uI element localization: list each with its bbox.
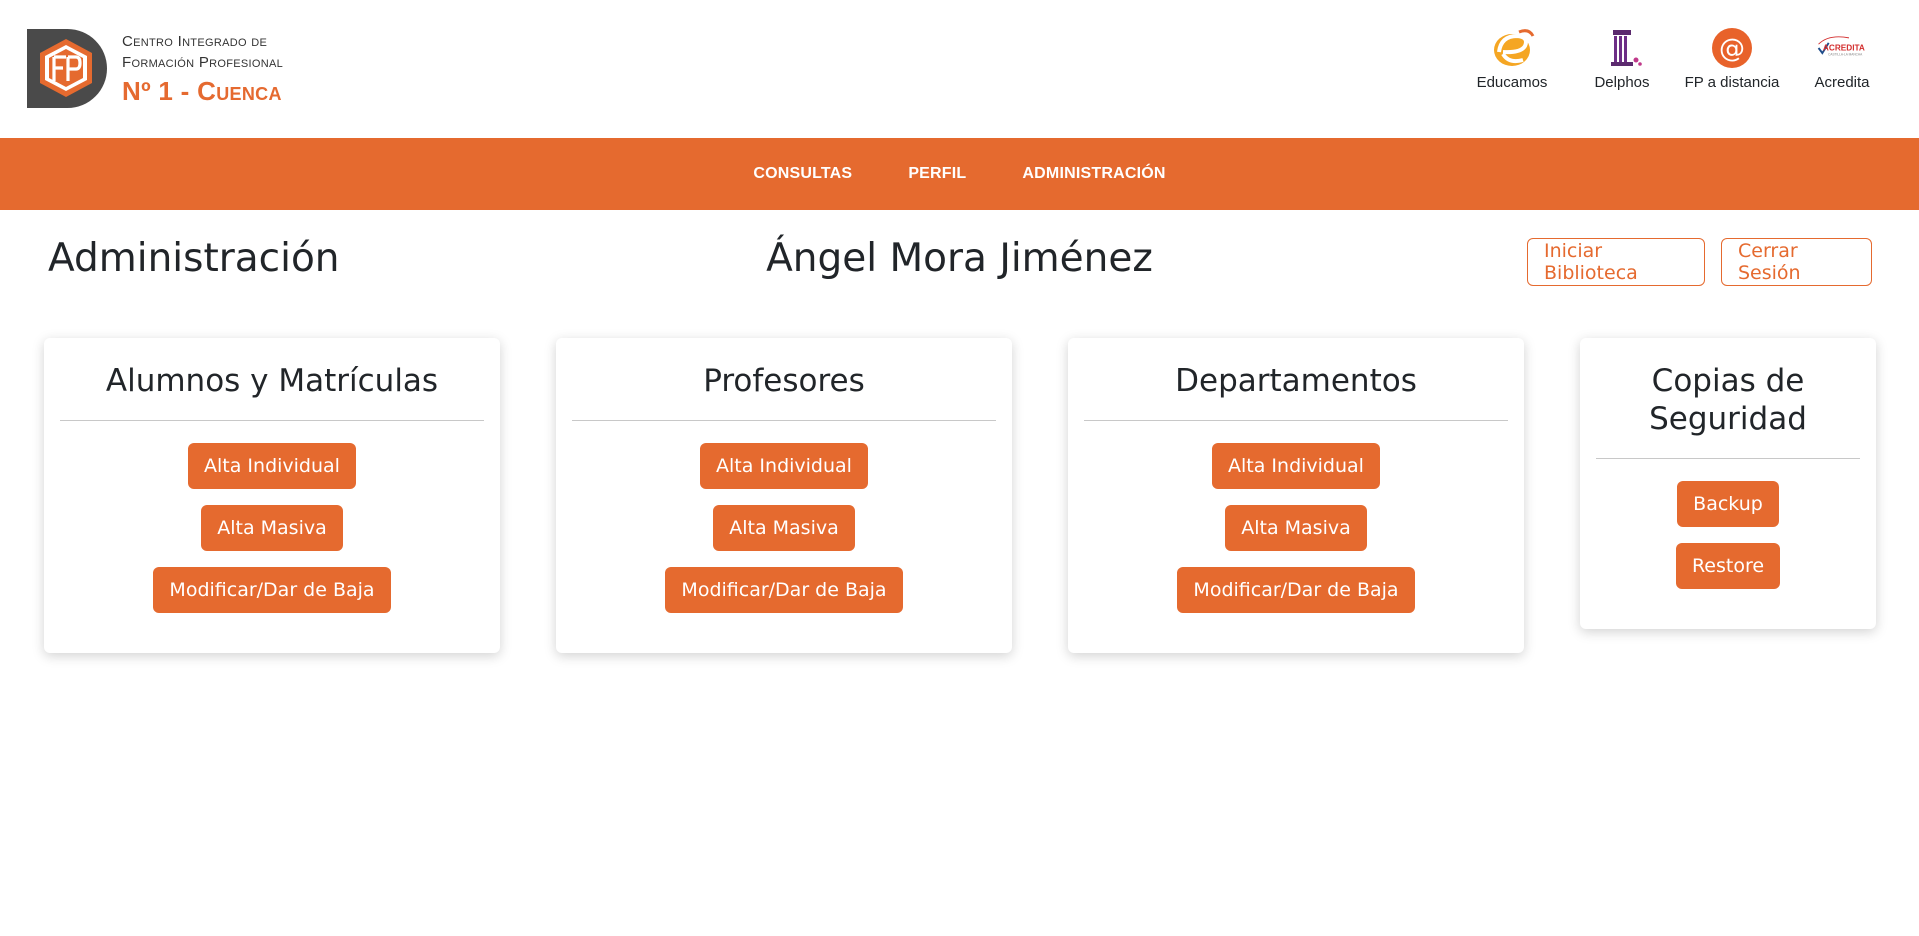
profesores-modificar-baja-button[interactable]: Modificar/Dar de Baja: [665, 567, 903, 613]
card-actions: Backup Restore: [1596, 481, 1860, 629]
site-header: Centro Integrado de Formación Profesiona…: [0, 0, 1919, 138]
educamos-logo-icon: [1486, 26, 1538, 70]
school-name: Centro Integrado de Formación Profesiona…: [122, 31, 283, 108]
link-fp-distancia-label: FP a distancia: [1684, 74, 1780, 91]
card-title: Copias de Seguridad: [1649, 363, 1807, 437]
card-copias-seguridad: Copias de Seguridad Backup Restore: [1580, 338, 1876, 629]
svg-text:@: @: [1719, 34, 1745, 64]
link-delphos-label: Delphos: [1594, 74, 1650, 91]
main-navbar: CONSULTAS PERFIL ADMINISTRACIÓN: [0, 138, 1919, 210]
school-logo[interactable]: [27, 29, 107, 108]
school-name-line-1: Centro Integrado de: [122, 33, 268, 50]
card-actions: Alta Individual Alta Masiva Modificar/Da…: [572, 443, 996, 653]
link-fp-distancia[interactable]: @ FP a distancia: [1677, 26, 1787, 91]
start-library-button[interactable]: Iniciar Biblioteca: [1527, 238, 1705, 286]
school-name-line-3: Nº 1 - Cuenca: [122, 76, 282, 106]
backup-button[interactable]: Backup: [1677, 481, 1779, 527]
card-divider: [60, 420, 484, 421]
card-divider: [1596, 458, 1860, 459]
card-title: Departamentos: [1175, 363, 1417, 399]
logout-button[interactable]: Cerrar Sesión: [1721, 238, 1872, 286]
link-acredita-label: Acredita: [1814, 74, 1870, 91]
restore-button[interactable]: Restore: [1675, 543, 1781, 589]
departamentos-alta-masiva-button[interactable]: Alta Masiva: [1225, 505, 1367, 551]
card-profesores: Profesores Alta Individual Alta Masiva M…: [556, 338, 1012, 653]
card-divider: [572, 420, 996, 421]
card-alumnos: Alumnos y Matrículas Alta Individual Alt…: [44, 338, 500, 653]
link-educamos-label: Educamos: [1476, 74, 1548, 91]
fp-distancia-at-icon: @: [1706, 26, 1758, 70]
card-title: Alumnos y Matrículas: [105, 363, 439, 399]
acredita-logo-icon: ACREDITA CASTILLA-LA MANCHA: [1816, 26, 1868, 70]
link-acredita[interactable]: ACREDITA CASTILLA-LA MANCHA Acredita: [1787, 26, 1897, 91]
departamentos-modificar-baja-button[interactable]: Modificar/Dar de Baja: [1177, 567, 1415, 613]
alumnos-alta-individual-button[interactable]: Alta Individual: [188, 443, 356, 489]
nav-consultas[interactable]: CONSULTAS: [725, 165, 880, 183]
link-educamos[interactable]: Educamos: [1457, 26, 1567, 91]
link-delphos[interactable]: Delphos: [1567, 26, 1677, 91]
profesores-alta-individual-button[interactable]: Alta Individual: [700, 443, 868, 489]
svg-text:CASTILLA-LA MANCHA: CASTILLA-LA MANCHA: [1828, 53, 1863, 57]
delphos-logo-icon: [1596, 26, 1648, 70]
card-title: Profesores: [703, 363, 865, 399]
school-name-line-2: Formación Profesional: [122, 54, 284, 71]
nav-perfil[interactable]: PERFIL: [880, 165, 994, 183]
card-departamentos: Departamentos Alta Individual Alta Masiv…: [1068, 338, 1524, 653]
nav-administracion[interactable]: ADMINISTRACIÓN: [994, 165, 1193, 183]
alumnos-modificar-baja-button[interactable]: Modificar/Dar de Baja: [153, 567, 391, 613]
alumnos-alta-masiva-button[interactable]: Alta Masiva: [201, 505, 343, 551]
card-actions: Alta Individual Alta Masiva Modificar/Da…: [60, 443, 484, 653]
fp-hexagon-icon: [40, 39, 92, 97]
departamentos-alta-individual-button[interactable]: Alta Individual: [1212, 443, 1380, 489]
page-title: Administración: [48, 236, 340, 281]
user-name-text: Ángel Mora Jiménez: [766, 236, 1153, 281]
external-links: Educamos Delphos @ FP a distancia ACREDI…: [1457, 26, 1897, 91]
svg-text:ACREDITA: ACREDITA: [1823, 44, 1865, 53]
profesores-alta-masiva-button[interactable]: Alta Masiva: [713, 505, 855, 551]
card-divider: [1084, 420, 1508, 421]
card-actions: Alta Individual Alta Masiva Modificar/Da…: [1084, 443, 1508, 653]
